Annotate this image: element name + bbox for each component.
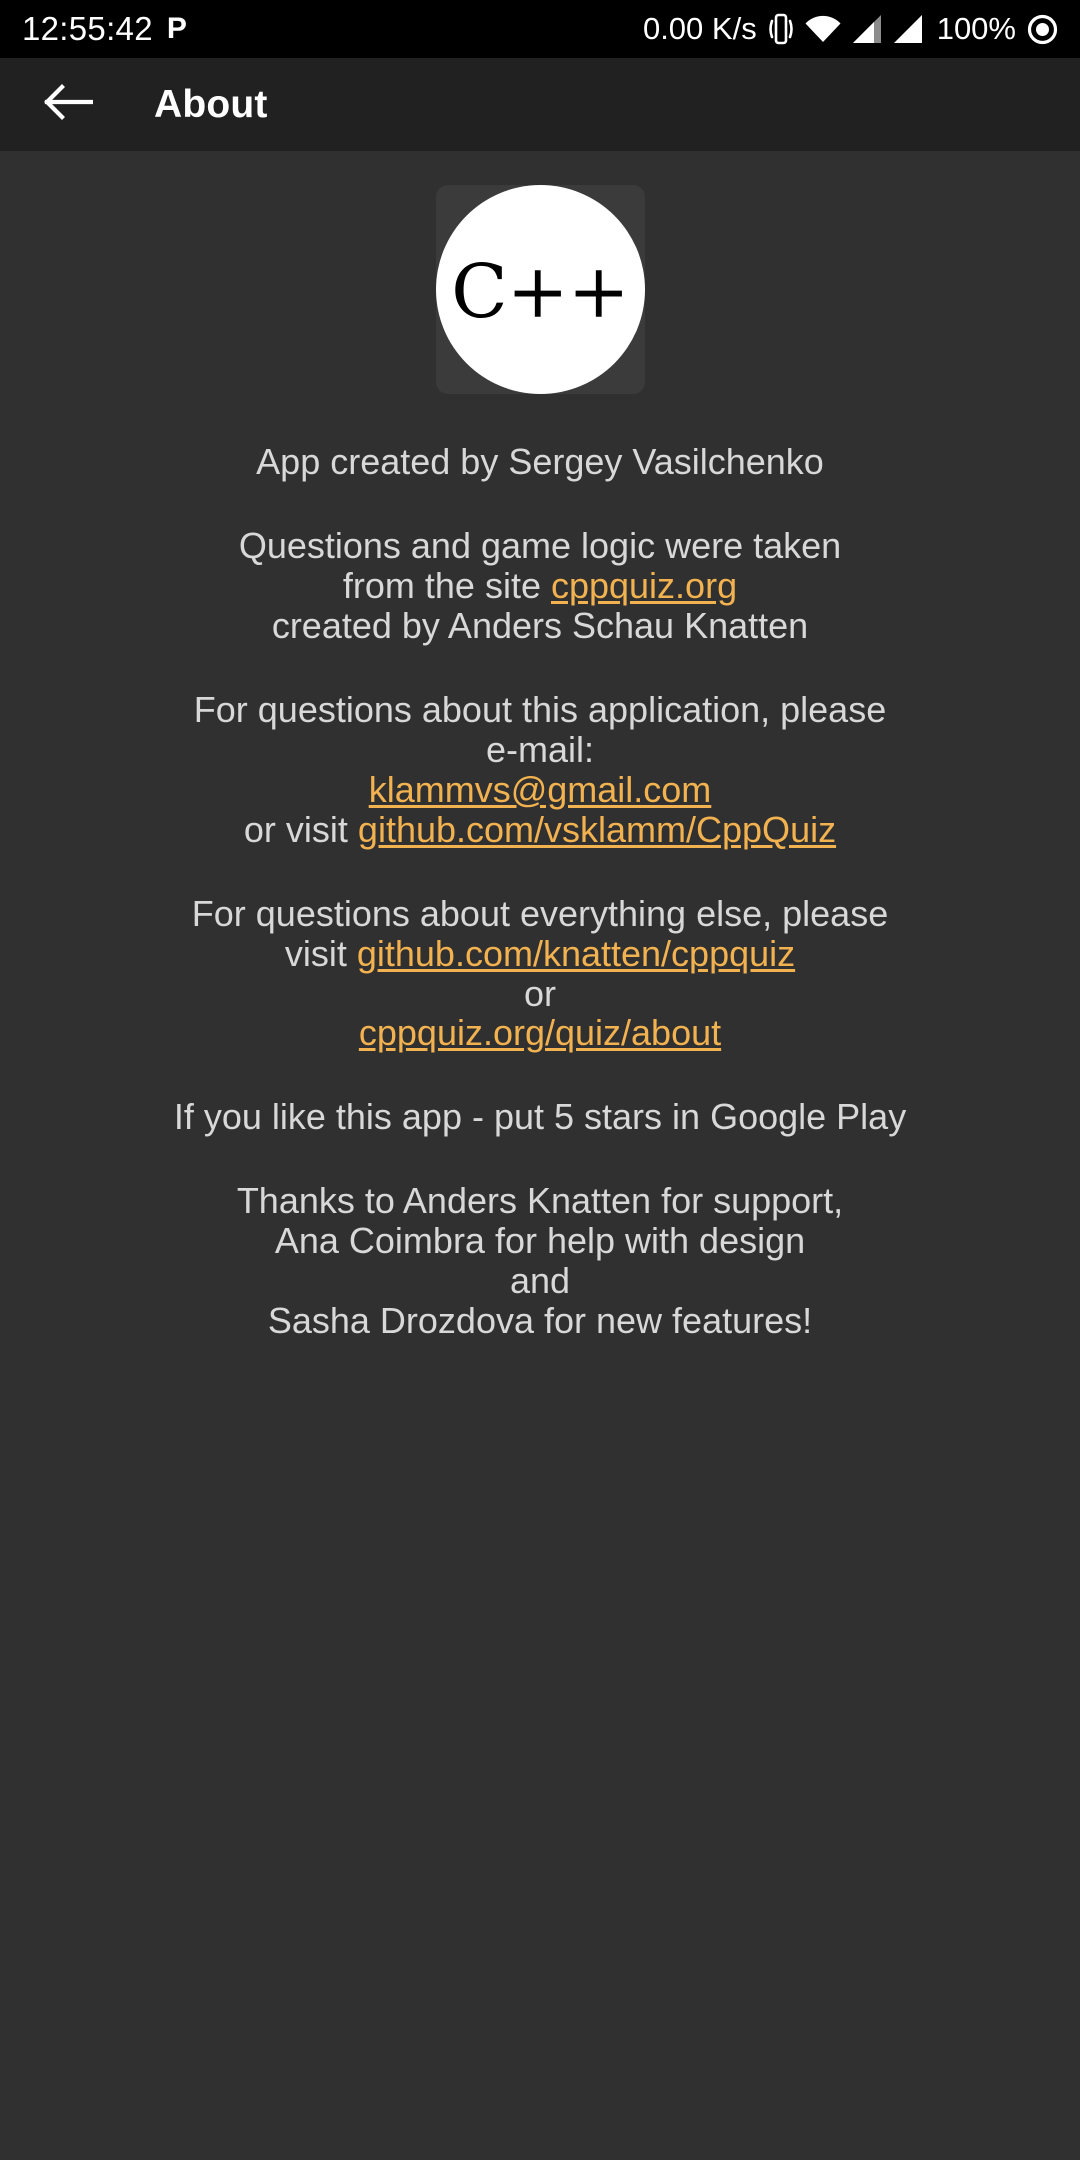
other-line-2: visit github.com/knatten/cppquiz xyxy=(26,932,1054,974)
status-bar-left: 12:55:42 P xyxy=(22,10,187,48)
contact-line-3: klammvs@gmail.com xyxy=(26,769,1054,810)
app-logo: C++ xyxy=(435,185,645,394)
paragraph-app-contact: For questions about this application, pl… xyxy=(26,688,1054,850)
other-line-3: or xyxy=(523,972,556,1014)
thanks-line-3: and xyxy=(509,1260,571,1302)
status-bar: 12:55:42 P 0.00 K/s 100% xyxy=(0,0,1080,58)
p-badge-icon: P xyxy=(166,12,187,45)
source-line-3: created by Anders Schau Knatten xyxy=(271,604,809,646)
paragraph-rating: If you like this app - put 5 stars in Go… xyxy=(26,1097,1054,1137)
link-github-knatten[interactable]: github.com/knatten/cppquiz xyxy=(357,933,795,974)
source-prefix: from the site xyxy=(342,564,551,606)
link-github-vsklamm[interactable]: github.com/vsklamm/CppQuiz xyxy=(358,809,836,850)
signal-2-icon xyxy=(893,14,923,44)
paragraph-thanks: Thanks to Anders Knatten for support, An… xyxy=(26,1181,1054,1341)
vibrate-icon xyxy=(768,11,794,47)
thanks-line-2: Ana Coimbra for help with design xyxy=(274,1220,806,1262)
thanks-line-4: Sasha Drozdova for new features! xyxy=(267,1300,813,1342)
paragraph-source: Questions and game logic were taken from… xyxy=(26,524,1054,646)
app-bar: About xyxy=(0,58,1080,151)
contact-line-4: or visit github.com/vsklamm/CppQuiz xyxy=(26,808,1054,850)
page-title: About xyxy=(154,82,268,126)
other-line-1: For questions about everything else, ple… xyxy=(191,892,889,934)
contact-line-1: For questions about this application, pl… xyxy=(193,688,887,730)
logo-circle: C++ xyxy=(435,185,645,394)
rating-line: If you like this app - put 5 stars in Go… xyxy=(173,1096,907,1138)
battery-circle-icon xyxy=(1027,14,1058,45)
wifi-icon xyxy=(805,14,841,44)
about-content: C++ App created by Sergey Vasilchenko Qu… xyxy=(0,151,1080,1342)
signal-1-icon xyxy=(852,14,882,44)
arrow-left-icon xyxy=(43,80,94,129)
paragraph-credits: App created by Sergey Vasilchenko xyxy=(26,442,1054,482)
status-bar-right: 0.00 K/s 100% xyxy=(643,11,1058,47)
about-text: App created by Sergey Vasilchenko Questi… xyxy=(0,394,1080,1341)
thanks-line-1: Thanks to Anders Knatten for support, xyxy=(236,1180,844,1222)
back-button[interactable] xyxy=(38,75,98,135)
other-prefix: visit xyxy=(284,932,357,974)
contact-prefix: or visit xyxy=(243,808,358,850)
paragraph-other-contact: For questions about everything else, ple… xyxy=(26,892,1054,1054)
status-clock: 12:55:42 xyxy=(22,10,153,47)
contact-line-2: e-mail: xyxy=(485,728,595,770)
source-line-1: Questions and game logic were taken xyxy=(238,524,842,566)
network-speed-label: 0.00 K/s xyxy=(642,11,757,46)
credit-line: App created by Sergey Vasilchenko xyxy=(256,441,824,482)
link-email[interactable]: klammvs@gmail.com xyxy=(369,769,712,810)
link-cppquiz-org[interactable]: cppquiz.org xyxy=(551,565,737,606)
logo-label: C++ xyxy=(451,248,630,335)
link-cppquiz-about[interactable]: cppquiz.org/quiz/about xyxy=(359,1012,721,1053)
battery-percent-label: 100% xyxy=(936,11,1016,46)
other-line-4: cppquiz.org/quiz/about xyxy=(26,1013,1054,1053)
source-line-2: from the site cppquiz.org xyxy=(26,564,1054,606)
